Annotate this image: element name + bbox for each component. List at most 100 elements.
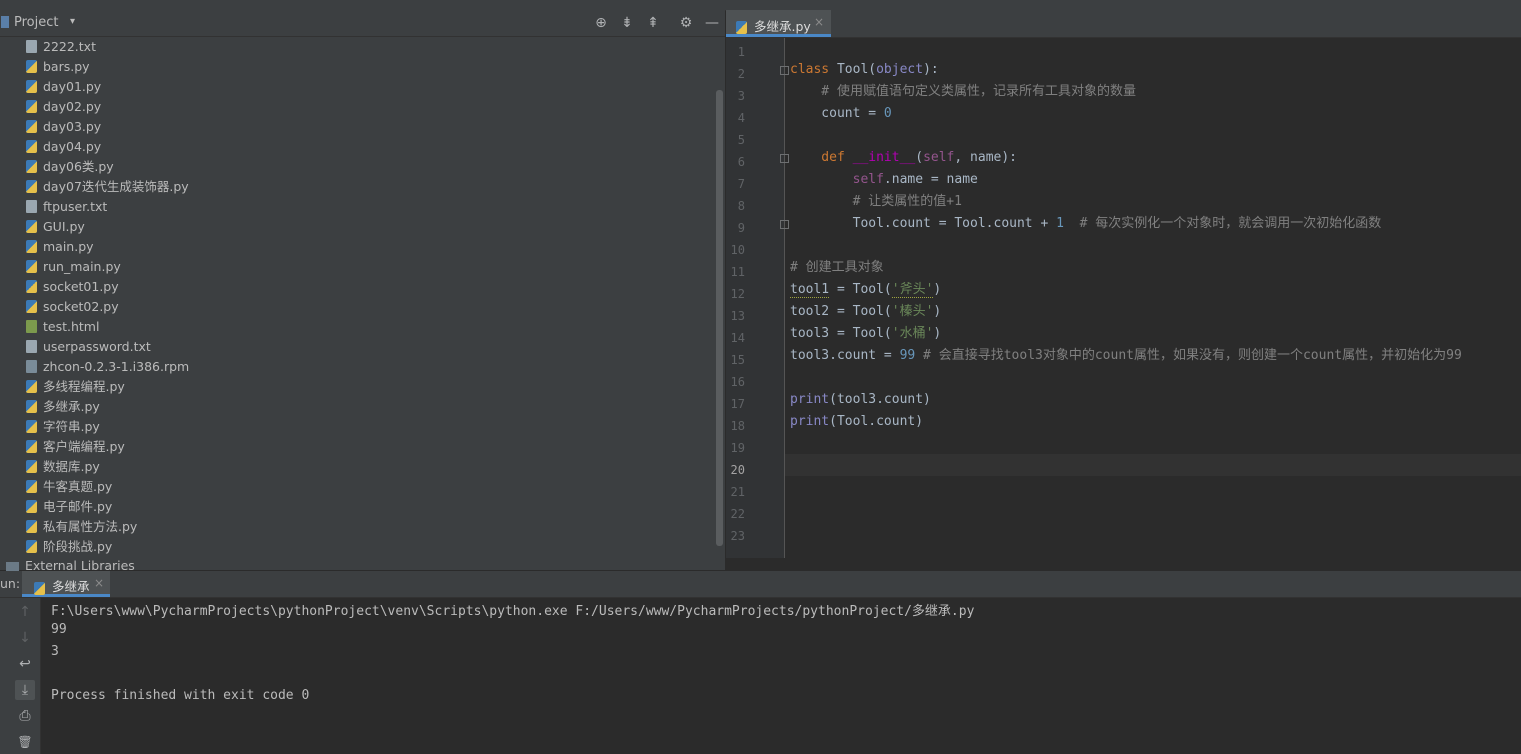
python-run-icon — [34, 582, 45, 595]
file-item[interactable]: 私有属性方法.py — [26, 517, 137, 537]
file-item[interactable]: 字符串.py — [26, 417, 100, 437]
chevron-down-icon[interactable]: ▾ — [70, 16, 75, 27]
py-file-icon — [26, 80, 37, 93]
py-file-icon — [26, 520, 37, 533]
py-file-icon — [26, 480, 37, 493]
py-file-icon — [26, 140, 37, 153]
file-item[interactable]: day06类.py — [26, 157, 114, 177]
py-file-icon — [26, 460, 37, 473]
py-file-icon — [26, 540, 37, 553]
py-file-icon — [26, 380, 37, 393]
file-item[interactable]: 多线程编程.py — [26, 377, 125, 397]
run-toolbar: ↑ ↓ ↩ ⤓ ⎙ 🗑 — [0, 598, 41, 754]
file-name: userpassword.txt — [43, 339, 151, 354]
console-line: Process finished with exit code 0 — [51, 688, 310, 703]
py-file-icon — [26, 220, 37, 233]
code-area[interactable]: class Tool(object): # 使用赋值语句定义类属性，记录所有工具… — [726, 10, 1521, 570]
file-item[interactable]: 多继承.py — [26, 397, 100, 417]
py-file-icon — [26, 240, 37, 253]
file-item[interactable]: 阶段挑战.py — [26, 537, 112, 557]
file-name: 私有属性方法.py — [43, 519, 138, 534]
file-item[interactable]: run_main.py — [26, 257, 121, 277]
file-name: 多线程编程.py — [43, 379, 125, 394]
fold-class-icon[interactable] — [780, 66, 789, 75]
file-item[interactable]: socket02.py — [26, 297, 119, 317]
file-name: socket01.py — [43, 279, 119, 294]
close-icon[interactable]: × — [94, 576, 104, 590]
py-file-icon — [26, 300, 37, 313]
console-line: 99 — [51, 622, 67, 637]
scroll-to-end-icon[interactable]: ⤓ — [15, 680, 35, 700]
py-file-icon — [26, 60, 37, 73]
file-name: day03.py — [43, 119, 102, 134]
run-tab[interactable]: 多继承 × — [22, 571, 110, 597]
project-panel-header: Project ▾ ⊕ ⇟ ⇞ ⚙ — — [0, 10, 725, 37]
file-item[interactable]: 牛客真题.py — [26, 477, 112, 497]
code-line-2: class Tool(object): — [790, 62, 939, 77]
txt-file-icon — [26, 340, 37, 353]
file-item[interactable]: GUI.py — [26, 217, 85, 237]
file-name: 数据库.py — [43, 459, 100, 474]
project-folder-icon — [1, 16, 9, 28]
py-file-icon — [26, 280, 37, 293]
file-name: socket02.py — [43, 299, 119, 314]
file-item[interactable]: ftpuser.txt — [26, 197, 107, 217]
py-file-icon — [26, 400, 37, 413]
py-file-icon — [26, 500, 37, 513]
file-item[interactable]: 客户端编程.py — [26, 437, 125, 457]
file-item[interactable]: test.html — [26, 317, 99, 337]
project-panel-title[interactable]: Project — [14, 15, 58, 30]
py-file-icon — [26, 100, 37, 113]
fold-def-icon[interactable] — [780, 154, 789, 163]
file-item[interactable]: day04.py — [26, 137, 101, 157]
file-item[interactable]: zhcon-0.2.3-1.i386.rpm — [26, 357, 189, 377]
up-arrow-icon[interactable]: ↑ — [15, 602, 35, 622]
py-file-icon — [26, 440, 37, 453]
file-item[interactable]: day01.py — [26, 77, 101, 97]
py-file-icon — [26, 420, 37, 433]
code-line-7: self.name = name — [790, 172, 978, 187]
down-arrow-icon[interactable]: ↓ — [15, 628, 35, 648]
html-file-icon — [26, 320, 37, 333]
print-icon[interactable]: ⎙ — [15, 706, 35, 726]
minimize-icon[interactable]: — — [702, 13, 722, 33]
code-line-6: def __init__(self, name): — [790, 150, 1018, 165]
txt-file-icon — [26, 200, 37, 213]
console-line: 3 — [51, 644, 59, 659]
file-item[interactable]: 2222.txt — [26, 37, 96, 57]
code-line-14: tool3 = Tool('水桶') — [790, 326, 942, 341]
file-name: day07迭代生成装饰器.py — [43, 179, 189, 194]
project-scrollbar[interactable] — [716, 90, 723, 546]
file-name: day04.py — [43, 139, 102, 154]
expand-all-icon[interactable]: ⇟ — [617, 13, 637, 33]
code-line-15: tool3.count = 99 # 会直接寻找tool3对象中的count属性… — [790, 348, 1462, 363]
file-name: 2222.txt — [43, 39, 96, 54]
gear-icon[interactable]: ⚙ — [676, 13, 696, 33]
file-name: GUI.py — [43, 219, 85, 234]
locate-icon[interactable]: ⊕ — [591, 13, 611, 33]
file-name: 牛客真题.py — [43, 479, 113, 494]
trash-icon[interactable]: 🗑 — [15, 732, 35, 752]
soft-wrap-icon[interactable]: ↩ — [15, 654, 35, 674]
file-item[interactable]: main.py — [26, 237, 94, 257]
file-item[interactable]: day03.py — [26, 117, 101, 137]
file-item[interactable]: socket01.py — [26, 277, 119, 297]
py-file-icon — [26, 260, 37, 273]
fold-end-icon[interactable] — [780, 220, 789, 229]
file-item[interactable]: day02.py — [26, 97, 101, 117]
code-line-3: # 使用赋值语句定义类属性，记录所有工具对象的数量 — [790, 84, 1136, 99]
file-item[interactable]: bars.py — [26, 57, 90, 77]
collapse-all-icon[interactable]: ⇞ — [643, 13, 663, 33]
code-line-13: tool2 = Tool('榛头') — [790, 304, 942, 319]
file-name: 多继承.py — [43, 399, 100, 414]
file-item[interactable]: day07迭代生成装饰器.py — [26, 177, 189, 197]
file-item[interactable]: 电子邮件.py — [26, 497, 112, 517]
run-panel-header: un: 多继承 × — [0, 571, 1521, 598]
editor-panel: 多继承.py × 1 2 3 4 5 6 7 8 9 10 11 12 13 14 15 16 17 18 19 20… — [726, 10, 1521, 570]
run-console[interactable]: F:\Users\www\PycharmProjects\pythonProje… — [40, 598, 1521, 754]
console-line: F:\Users\www\PycharmProjects\pythonProje… — [51, 604, 975, 619]
py-file-icon — [26, 120, 37, 133]
project-panel: Project ▾ ⊕ ⇟ ⇞ ⚙ — 2222.txt bars.py day01… — [0, 10, 725, 573]
file-item[interactable]: 数据库.py — [26, 457, 100, 477]
file-item[interactable]: userpassword.txt — [26, 337, 151, 357]
